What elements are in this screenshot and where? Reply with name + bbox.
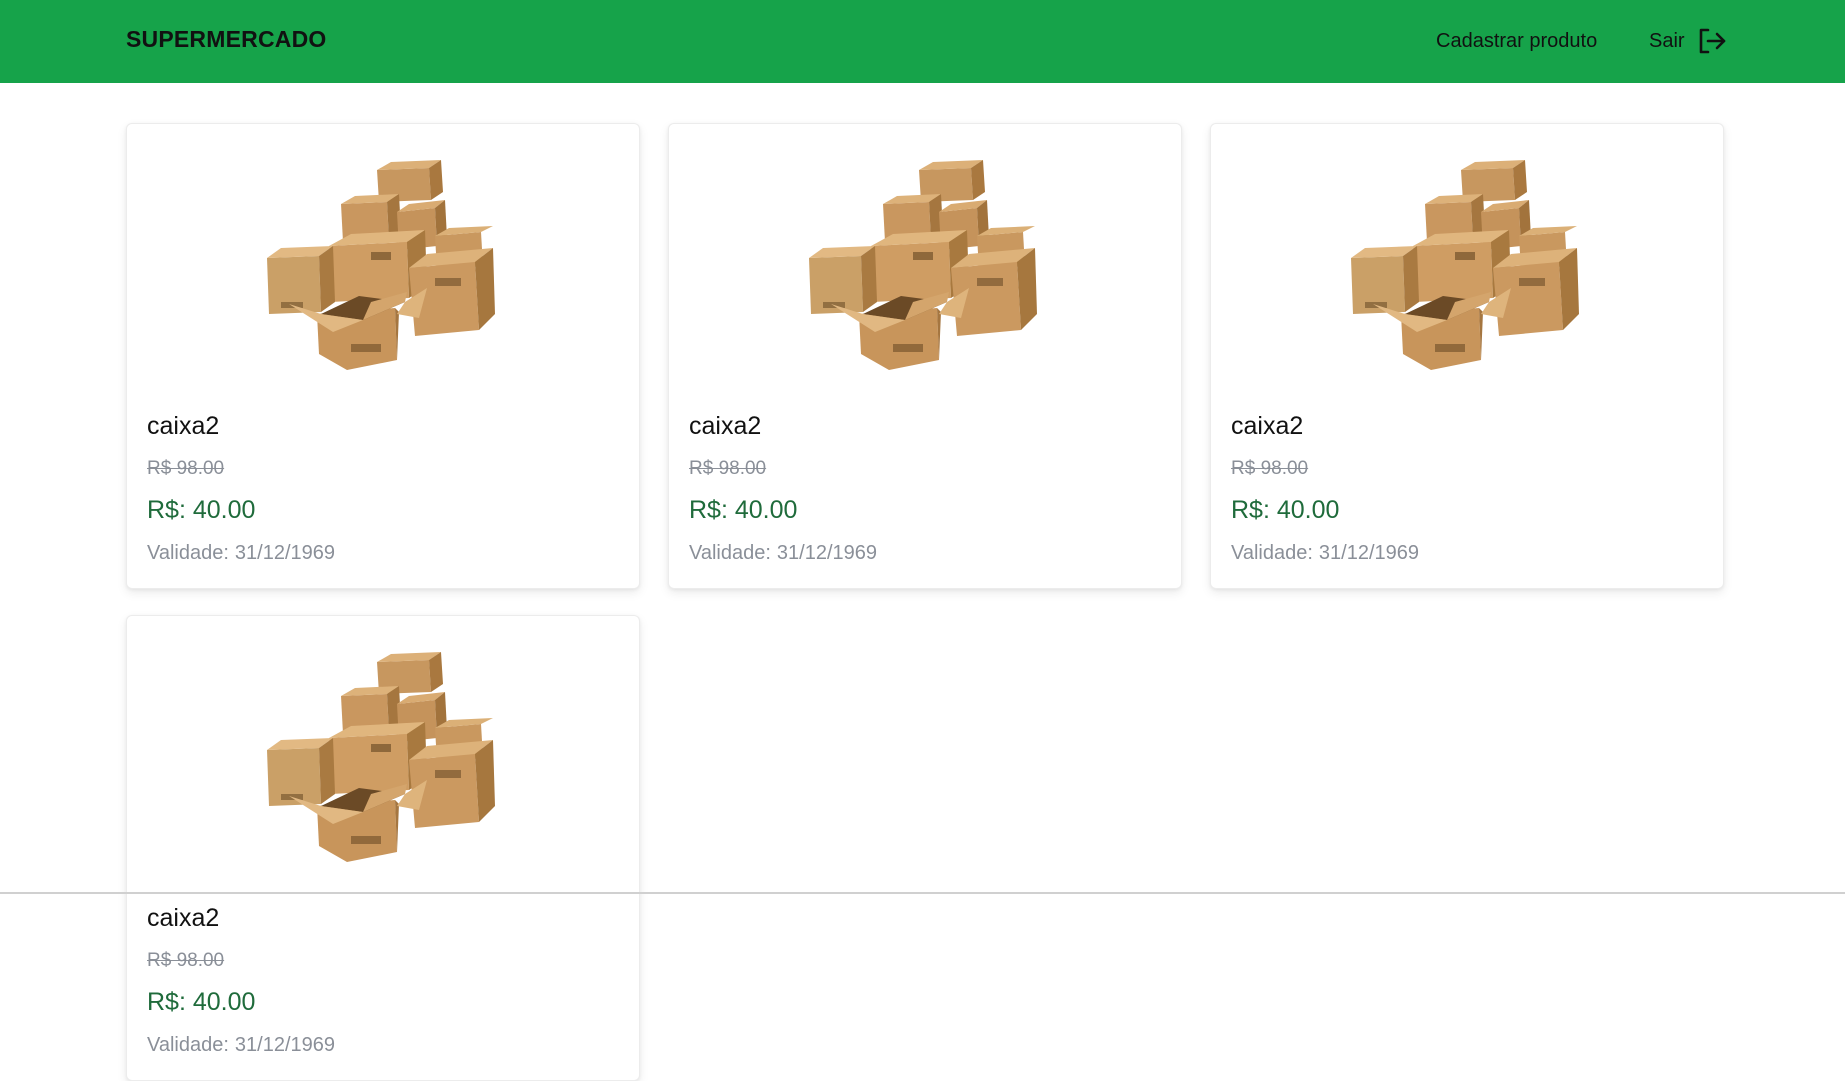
product-card[interactable]: caixa2 R$ 98.00 R$: 40.00 Validade: 31/12…	[668, 123, 1182, 589]
product-name: caixa2	[689, 412, 762, 440]
product-card[interactable]: caixa2 R$ 98.00 R$: 40.00 Validade: 31/12…	[126, 615, 640, 1081]
product-card[interactable]: caixa2 R$ 98.00 R$: 40.00 Validade: 31/12…	[1210, 123, 1724, 589]
product-price: R$: 40.00	[147, 496, 256, 524]
product-validity: Validade: 31/12/1969	[689, 542, 883, 565]
validity-label: Validade:	[147, 542, 229, 564]
validity-label: Validade:	[147, 1034, 229, 1056]
product-validity: Validade: 31/12/1969	[147, 542, 341, 565]
product-price: R$: 40.00	[147, 988, 256, 1016]
product-old-price: R$ 98.00	[147, 950, 225, 971]
product-name: caixa2	[147, 904, 220, 932]
cardboard-boxes-image	[259, 634, 509, 884]
product-validity: Validade: 31/12/1969	[1231, 542, 1425, 565]
validity-date: 31/12/1969	[776, 542, 878, 564]
validity-date: 31/12/1969	[234, 1034, 336, 1056]
cardboard-boxes-image	[801, 142, 1051, 392]
product-old-price: R$ 98.00	[1231, 458, 1309, 479]
cardboard-boxes-image	[1343, 142, 1593, 392]
validity-label: Validade:	[1231, 542, 1313, 564]
validity-date: 31/12/1969	[1318, 542, 1420, 564]
product-price: R$: 40.00	[689, 496, 798, 524]
validity-date: 31/12/1969	[234, 542, 336, 564]
product-card[interactable]: caixa2 R$ 98.00 R$: 40.00 Validade: 31/12…	[126, 123, 640, 589]
brand-logo-text[interactable]: SUPERMERCADO	[126, 26, 326, 53]
product-old-price: R$ 98.00	[147, 458, 225, 479]
product-old-price: R$ 98.00	[689, 458, 767, 479]
register-product-link[interactable]: Cadastrar produto	[1436, 30, 1597, 53]
top-navbar: SUPERMERCADO Cadastrar produto Sair	[0, 0, 1845, 83]
product-name: caixa2	[147, 412, 220, 440]
validity-label: Validade:	[689, 542, 771, 564]
logout-link[interactable]: Sair	[1649, 27, 1727, 55]
product-price: R$: 40.00	[1231, 496, 1340, 524]
logout-icon	[1699, 28, 1725, 54]
product-name: caixa2	[1231, 412, 1304, 440]
cardboard-boxes-image	[259, 142, 509, 392]
product-validity: Validade: 31/12/1969	[147, 1034, 341, 1057]
logout-label: Sair	[1649, 29, 1685, 52]
